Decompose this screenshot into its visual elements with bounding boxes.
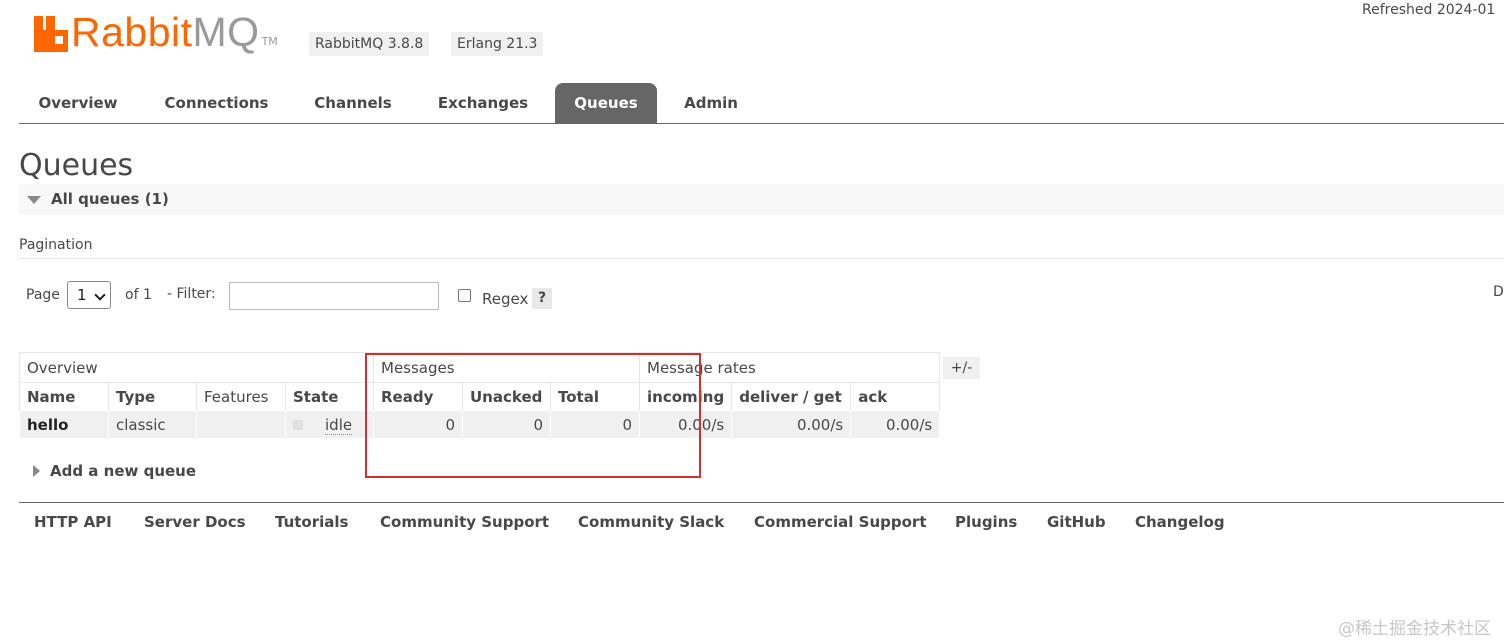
queue-incoming-rate: 0.00/s [638,410,733,439]
watermark: @稀土掘金技术社区 [1338,619,1491,639]
queue-ack-rate: 0.00/s [850,410,941,439]
queue-deliver-get-rate: 0.00/s [731,410,852,439]
col-incoming[interactable]: incoming [638,382,733,411]
queue-total: 0 [550,410,640,439]
col-name[interactable]: Name [19,382,109,411]
table-group-header-row: Overview Messages Message rates [19,352,941,383]
col-ready[interactable]: Ready [373,382,463,411]
queue-type: classic [108,410,197,439]
main-nav-tabs: Overview Connections Channels Exchanges … [19,83,1504,124]
footer-link-commercial-support[interactable]: Commercial Support [754,513,927,531]
filter-input[interactable] [229,282,439,310]
footer-link-community-support[interactable]: Community Support [380,513,549,531]
footer-divider [19,502,1504,503]
chevron-down-icon [94,289,106,301]
regex-label: Regex [482,290,529,308]
add-queue-heading: Add a new queue [50,462,197,480]
regex-help-button[interactable]: ? [532,288,552,309]
cropped-right-text: D [1493,284,1504,300]
rabbitmq-logo-icon [34,16,68,52]
group-message-rates: Message rates [638,352,941,383]
footer-link-tutorials[interactable]: Tutorials [275,513,348,531]
queue-name-link[interactable]: hello [19,410,109,439]
queue-unacked: 0 [462,410,551,439]
trademark-mark: TM [261,35,278,48]
brand-name: RabbitMQ [71,9,260,55]
page-label: Page [26,287,60,303]
erlang-version-badge: Erlang 21.3 [451,32,544,56]
footer-link-changelog[interactable]: Changelog [1135,513,1225,531]
col-features[interactable]: Features [196,382,286,411]
regex-checkbox[interactable] [458,289,471,302]
group-messages: Messages [373,352,640,383]
page-title: Queues [19,148,134,183]
tab-overview[interactable]: Overview [19,83,137,123]
queue-state-cell: idle [285,410,374,439]
tab-channels[interactable]: Channels [302,83,404,123]
footer-link-community-slack[interactable]: Community Slack [578,513,724,531]
queues-table: Overview Messages Message rates Name Typ… [19,352,941,439]
page-select[interactable]: 1 [67,281,111,309]
column-toggle-button[interactable]: +/- [943,357,980,379]
footer-link-server-docs[interactable]: Server Docs [144,513,246,531]
footer-link-github[interactable]: GitHub [1047,513,1106,531]
expand-triangle-icon [33,465,40,477]
pagination-divider [19,258,1504,259]
filter-label: - Filter: [167,286,216,302]
collapse-triangle-icon [27,196,41,204]
page-count-label: of 1 [125,287,152,303]
col-deliver-get[interactable]: deliver / get [731,382,852,411]
refreshed-status: Refreshed 2024-01 [1362,2,1496,18]
tab-exchanges[interactable]: Exchanges [427,83,539,123]
queue-ready: 0 [373,410,463,439]
group-overview: Overview [19,352,374,383]
all-queues-section-toggle[interactable]: All queues (1) [19,184,1504,215]
col-ack[interactable]: ack [850,382,941,411]
tab-queues[interactable]: Queues [555,83,657,123]
col-type[interactable]: Type [108,382,197,411]
all-queues-heading: All queues (1) [51,190,169,208]
queue-state: idle [325,415,353,435]
tab-admin[interactable]: Admin [674,83,748,123]
rabbitmq-logo[interactable]: RabbitMQ TM [34,9,278,55]
rabbitmq-version-badge: RabbitMQ 3.8.8 [309,32,430,56]
col-state[interactable]: State [285,382,374,411]
footer-link-plugins[interactable]: Plugins [955,513,1017,531]
queue-features [196,410,286,439]
col-unacked[interactable]: Unacked [462,382,551,411]
col-total[interactable]: Total [550,382,640,411]
table-column-header-row: Name Type Features State Ready Unacked T… [19,382,941,411]
state-indicator-icon [293,420,303,430]
tab-connections[interactable]: Connections [154,83,279,123]
table-row[interactable]: hello classic idle 0 0 0 0.00/s 0.00/s 0… [19,410,941,439]
page-select-value: 1 [77,286,87,304]
footer-link-http-api[interactable]: HTTP API [34,513,112,531]
pagination-heading: Pagination [19,237,93,253]
